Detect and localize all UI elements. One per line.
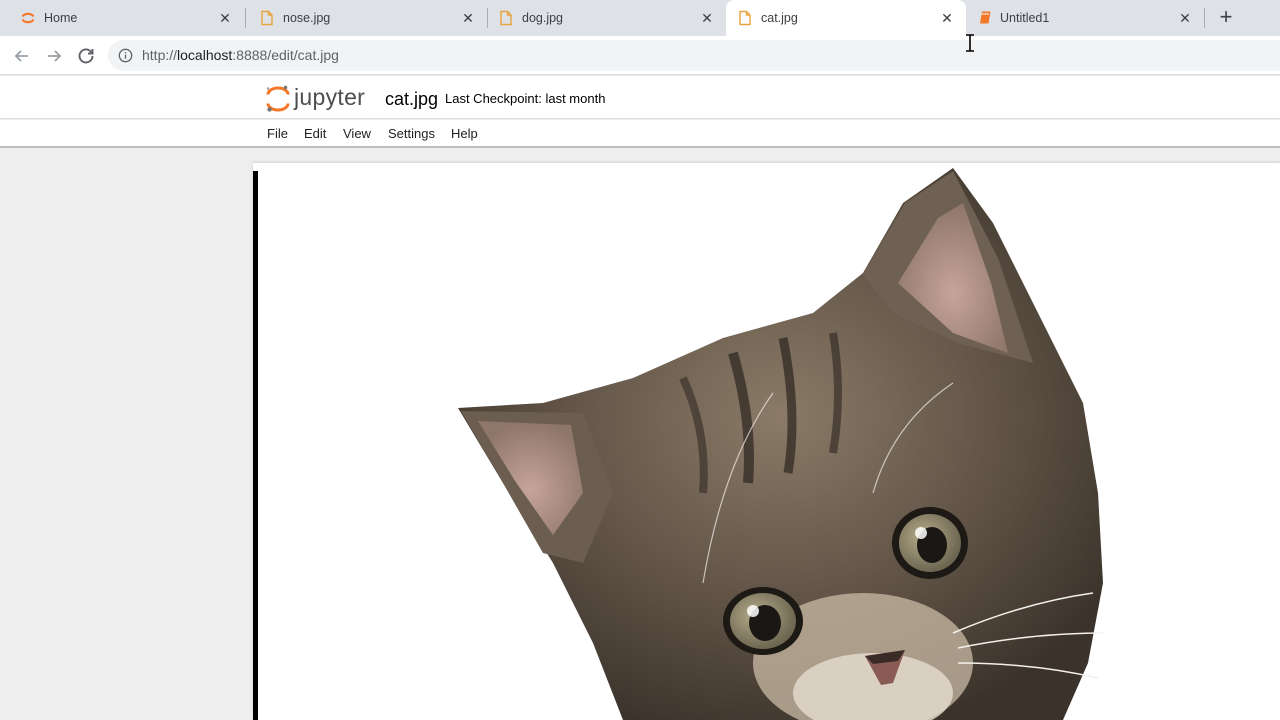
- tab-title: Home: [44, 11, 78, 25]
- viewer-left-border: [253, 171, 258, 720]
- reload-icon[interactable]: [74, 44, 98, 68]
- address-bar[interactable]: http://localhost:8888/edit/cat.jpg: [108, 40, 1280, 71]
- tab-divider: [1204, 8, 1205, 28]
- main-area: [0, 149, 1280, 720]
- browser-tab-cat[interactable]: cat.jpg ✕: [726, 0, 966, 36]
- tab-title: nose.jpg: [283, 11, 331, 25]
- menu-file[interactable]: File: [267, 126, 288, 141]
- tab-title: dog.jpg: [522, 11, 564, 25]
- browser-tab-nose[interactable]: nose.jpg ✕: [245, 0, 487, 36]
- browser-tab-strip: Home ✕ nose.jpg ✕ dog.jpg ✕ cat.jpg ✕ Un…: [0, 0, 1280, 36]
- close-icon[interactable]: ✕: [216, 9, 234, 27]
- tab-title: Untitled1: [1000, 11, 1050, 25]
- close-icon[interactable]: ✕: [459, 9, 477, 27]
- forward-arrow-icon[interactable]: [42, 44, 66, 68]
- menu-edit[interactable]: Edit: [304, 126, 326, 141]
- tab-title: cat.jpg: [761, 11, 798, 25]
- menu-help[interactable]: Help: [451, 126, 478, 141]
- url-text[interactable]: http://localhost:8888/edit/cat.jpg: [142, 47, 339, 63]
- close-icon[interactable]: ✕: [1176, 9, 1194, 27]
- browser-tab-dog[interactable]: dog.jpg ✕: [487, 0, 726, 36]
- url-rest: :8888/edit/cat.jpg: [232, 47, 339, 63]
- jupyter-logo-icon[interactable]: [265, 84, 291, 114]
- close-icon[interactable]: ✕: [938, 9, 956, 27]
- jupyter-logo-icon: [21, 12, 35, 24]
- cat-image: [458, 168, 1104, 720]
- new-tab-button[interactable]: +: [1214, 6, 1238, 30]
- file-icon: [500, 10, 512, 26]
- browser-toolbar: http://localhost:8888/edit/cat.jpg: [0, 36, 1280, 75]
- browser-tab-home[interactable]: Home ✕: [0, 0, 244, 36]
- file-icon: [261, 10, 273, 26]
- info-icon[interactable]: [118, 48, 133, 63]
- close-icon[interactable]: ✕: [698, 9, 716, 27]
- menu-view[interactable]: View: [343, 126, 371, 141]
- image-viewer[interactable]: [253, 163, 1280, 720]
- jupyter-brand[interactable]: jupyter: [294, 84, 365, 111]
- notebook-icon: [980, 11, 991, 24]
- document-name[interactable]: cat.jpg: [385, 89, 438, 110]
- menu-bar: File Edit View Settings Help: [0, 120, 1280, 148]
- text-cursor-icon: [966, 34, 974, 52]
- menu-settings[interactable]: Settings: [388, 126, 435, 141]
- jupyter-header: jupyter cat.jpg Last Checkpoint: last mo…: [0, 76, 1280, 119]
- checkpoint-status: Last Checkpoint: last month: [445, 91, 606, 106]
- browser-tab-untitled1[interactable]: Untitled1 ✕: [966, 0, 1204, 36]
- back-arrow-icon[interactable]: [10, 44, 34, 68]
- url-prefix: http://: [142, 47, 178, 63]
- url-host: localhost: [177, 47, 233, 63]
- file-icon: [739, 10, 751, 26]
